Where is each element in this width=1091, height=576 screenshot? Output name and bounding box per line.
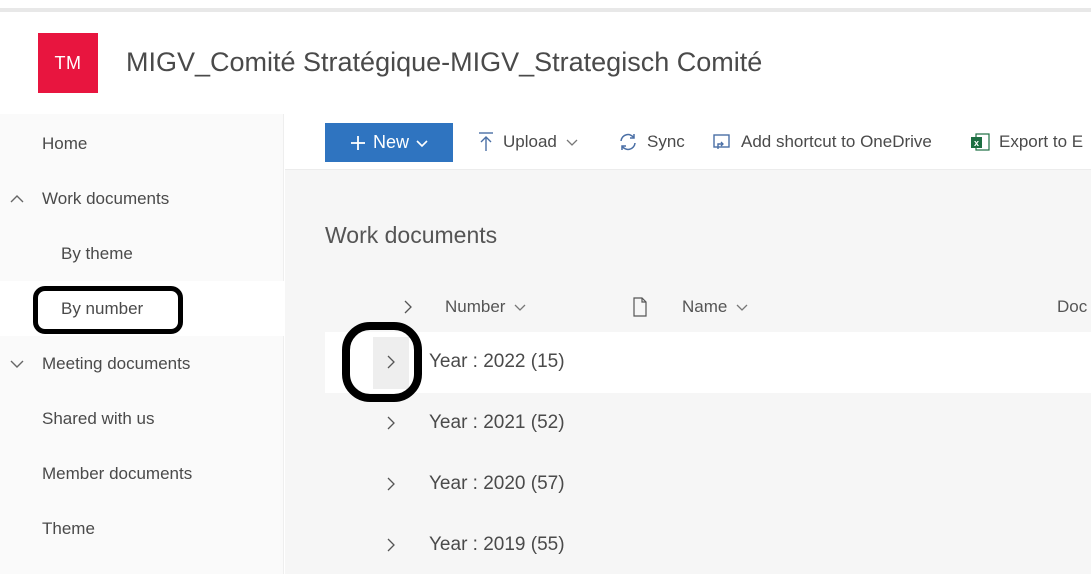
sync-button[interactable]: Sync (617, 124, 685, 160)
export-to-excel-button[interactable]: x Export to E (969, 124, 1083, 160)
command-bar: New Upload Sync Add shortcut to OneDrive… (285, 114, 1091, 170)
group-label: Year : 2020 (57) (429, 473, 565, 494)
nav-item-work-documents[interactable]: Work documents (0, 171, 284, 226)
nav-item-label: Shared with us (42, 408, 155, 428)
left-navigation: Home Work documents By theme By number M… (0, 114, 284, 574)
nav-item-label: Meeting documents (42, 353, 191, 373)
column-header-label: Number (445, 297, 506, 316)
shortcut-icon (713, 134, 730, 149)
column-header-label: Doc (1057, 297, 1088, 316)
chevron-right-icon[interactable] (383, 415, 399, 431)
chevron-down-icon (566, 139, 578, 146)
sync-button-label: Sync (647, 132, 685, 151)
chevron-down-icon (416, 139, 428, 147)
nav-item-theme[interactable]: Theme (0, 501, 284, 556)
group-label: Year : 2021 (52) (429, 412, 565, 433)
group-label: Year : 2019 (55) (429, 534, 565, 555)
chevron-down-icon (736, 304, 748, 311)
chevron-right-icon[interactable] (383, 476, 399, 492)
group-row-2020[interactable]: Year : 2020 (57) (325, 454, 1091, 515)
chevron-down-icon[interactable] (9, 356, 25, 372)
column-header-number[interactable]: Number (445, 282, 527, 332)
chevron-right-icon[interactable] (383, 537, 399, 553)
nav-item-meeting-documents[interactable]: Meeting documents (0, 336, 284, 391)
nav-item-label: By theme (61, 243, 133, 263)
excel-icon: x (971, 133, 990, 151)
upload-icon (479, 132, 493, 151)
group-row-2019[interactable]: Year : 2019 (55) (325, 515, 1091, 576)
group-row-2021[interactable]: Year : 2021 (52) (325, 393, 1091, 454)
upload-button-label: Upload (503, 132, 557, 151)
nav-item-label: Work documents (42, 188, 170, 208)
column-header-label: Name (682, 297, 728, 316)
group-row-2022[interactable]: Year : 2022 (15) (325, 332, 1091, 393)
export-button-label: Export to E (999, 132, 1084, 151)
plus-icon (350, 135, 365, 150)
annotation-highlight-expand-2022 (342, 322, 422, 402)
nav-item-label: Home (42, 133, 88, 153)
site-title[interactable]: MIGV_Comité Stratégique-MIGV_Strategisch… (126, 47, 762, 78)
column-header-file-type[interactable] (631, 282, 649, 332)
chevron-up-icon[interactable] (9, 191, 25, 207)
add-shortcut-button[interactable]: Add shortcut to OneDrive (711, 124, 932, 160)
chevron-right-icon (404, 300, 412, 314)
site-header: TM MIGV_Comité Stratégique-MIGV_Strategi… (0, 16, 1091, 114)
new-button-label: New (372, 132, 409, 152)
column-header-doc[interactable]: Doc (1057, 282, 1087, 332)
upload-button[interactable]: Upload (477, 124, 579, 160)
nav-item-shared-with-us[interactable]: Shared with us (0, 391, 284, 446)
nav-item-label: Theme (42, 518, 95, 538)
add-shortcut-button-label: Add shortcut to OneDrive (741, 132, 932, 151)
nav-item-home[interactable]: Home (0, 116, 284, 171)
page-title: Work documents (325, 222, 498, 248)
annotation-highlight-by-number (33, 286, 183, 334)
group-label: Year : 2022 (15) (429, 351, 565, 372)
top-strip (0, 0, 1091, 12)
new-button[interactable]: New (325, 123, 453, 162)
nav-item-member-documents[interactable]: Member documents (0, 446, 284, 501)
sync-icon (620, 133, 636, 151)
nav-item-label: Member documents (42, 463, 193, 483)
nav-item-by-theme[interactable]: By theme (0, 226, 284, 281)
column-header-name[interactable]: Name (682, 282, 749, 332)
document-icon (633, 297, 647, 317)
chevron-down-icon (515, 304, 526, 311)
site-logo[interactable]: TM (38, 33, 98, 93)
svg-text:x: x (974, 138, 979, 148)
site-logo-text: TM (54, 52, 82, 73)
